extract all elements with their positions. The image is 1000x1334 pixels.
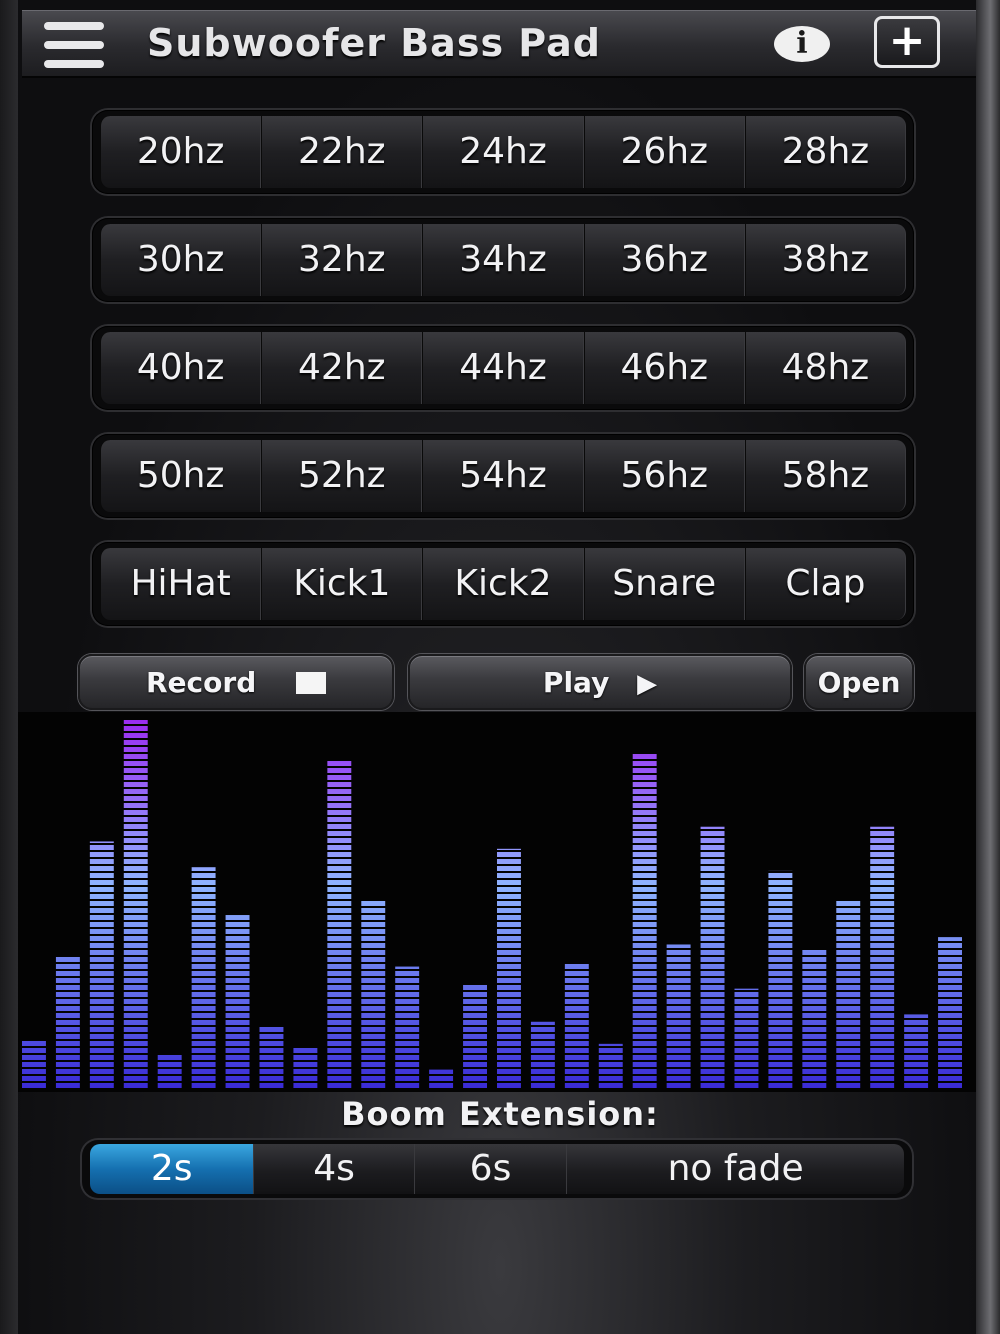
spectrum-visualizer — [18, 712, 976, 1092]
spectrum-bar — [700, 826, 725, 1088]
pad-38hz[interactable]: 38hz — [744, 224, 907, 296]
app-screen: Subwoofer Bass Pad i + 20hz 22hz 24hz 26… — [0, 0, 1000, 1334]
spectrum-bar — [89, 841, 114, 1088]
spectrum-bar — [293, 1047, 318, 1088]
boom-option-4s[interactable]: 4s — [254, 1144, 415, 1194]
spectrum-bar — [632, 753, 657, 1088]
spectrum-bar — [904, 1014, 929, 1088]
pad-row-3: 40hz 42hz 44hz 46hz 48hz — [92, 326, 914, 410]
play-button[interactable]: Play ▶ — [408, 654, 792, 710]
boom-option-no-fade[interactable]: no fade — [567, 1144, 904, 1194]
pad-22hz[interactable]: 22hz — [261, 116, 423, 188]
spectrum-bar — [497, 848, 521, 1088]
record-square-icon — [296, 672, 326, 694]
boom-option-2s[interactable]: 2s — [90, 1144, 255, 1194]
pad-clap[interactable]: Clap — [744, 548, 907, 620]
spectrum-bar — [327, 760, 352, 1088]
pad-row-drums: HiHat Kick1 Kick2 Snare Clap — [92, 542, 914, 626]
play-label: Play — [542, 666, 610, 699]
pad-40hz[interactable]: 40hz — [100, 332, 262, 404]
open-button[interactable]: Open — [804, 654, 914, 710]
spectrum-bar — [530, 1021, 555, 1088]
spectrum-bar — [361, 900, 386, 1088]
pad-24hz[interactable]: 24hz — [422, 116, 584, 188]
info-icon[interactable]: i — [774, 26, 830, 62]
record-label: Record — [146, 666, 257, 699]
pad-32hz[interactable]: 32hz — [261, 224, 423, 296]
pad-52hz[interactable]: 52hz — [261, 440, 423, 512]
header-bar: Subwoofer Bass Pad i + — [22, 10, 976, 78]
spectrum-bar — [836, 900, 861, 1088]
spectrum-bar — [870, 826, 895, 1088]
menu-icon[interactable] — [44, 22, 104, 68]
spectrum-bar — [191, 867, 216, 1088]
pad-56hz[interactable]: 56hz — [583, 440, 745, 512]
boom-extension-selector: 2s 4s 6s no fade — [82, 1140, 912, 1198]
pad-58hz[interactable]: 58hz — [744, 440, 907, 512]
spectrum-bar — [395, 966, 420, 1088]
pad-hihat[interactable]: HiHat — [100, 548, 262, 620]
pad-20hz[interactable]: 20hz — [100, 116, 262, 188]
spectrum-bar — [734, 988, 759, 1088]
spectrum-bar — [598, 1043, 623, 1088]
pad-36hz[interactable]: 36hz — [583, 224, 745, 296]
pad-44hz[interactable]: 44hz — [422, 332, 584, 404]
pad-42hz[interactable]: 42hz — [261, 332, 423, 404]
open-label: Open — [817, 666, 901, 699]
spectrum-bar — [123, 720, 148, 1088]
spectrum-bar — [259, 1025, 284, 1088]
pad-28hz[interactable]: 28hz — [744, 116, 907, 188]
spectrum-bar — [564, 962, 589, 1088]
spectrum-bar — [666, 944, 691, 1088]
app-title: Subwoofer Bass Pad — [147, 21, 601, 65]
pad-row-4: 50hz 52hz 54hz 56hz 58hz — [92, 434, 914, 518]
pad-row-1: 20hz 22hz 24hz 26hz 28hz — [92, 110, 914, 194]
pad-50hz[interactable]: 50hz — [100, 440, 262, 512]
pad-kick2[interactable]: Kick2 — [422, 548, 584, 620]
pad-48hz[interactable]: 48hz — [744, 332, 907, 404]
record-button[interactable]: Record — [78, 654, 394, 710]
pad-34hz[interactable]: 34hz — [422, 224, 584, 296]
spectrum-bar — [938, 937, 962, 1088]
pad-snare[interactable]: Snare — [583, 548, 745, 620]
pad-54hz[interactable]: 54hz — [422, 440, 584, 512]
spectrum-bar — [802, 948, 827, 1088]
boom-option-6s[interactable]: 6s — [414, 1144, 568, 1194]
pad-row-2: 30hz 32hz 34hz 36hz 38hz — [92, 218, 914, 302]
spectrum-bar — [157, 1054, 182, 1088]
pad-30hz[interactable]: 30hz — [100, 224, 262, 296]
spectrum-bar — [463, 984, 487, 1088]
pad-46hz[interactable]: 46hz — [583, 332, 745, 404]
spectrum-bar — [22, 1040, 46, 1088]
spectrum-bar — [55, 955, 80, 1088]
spectrum-bar — [429, 1069, 454, 1088]
spectrum-bar — [225, 915, 250, 1088]
pad-kick1[interactable]: Kick1 — [261, 548, 423, 620]
boom-extension-label: Boom Extension: — [341, 1095, 659, 1133]
play-triangle-icon: ▶ — [637, 669, 658, 699]
pad-26hz[interactable]: 26hz — [583, 116, 745, 188]
spectrum-bar — [768, 870, 793, 1088]
plus-icon[interactable]: + — [874, 16, 940, 68]
